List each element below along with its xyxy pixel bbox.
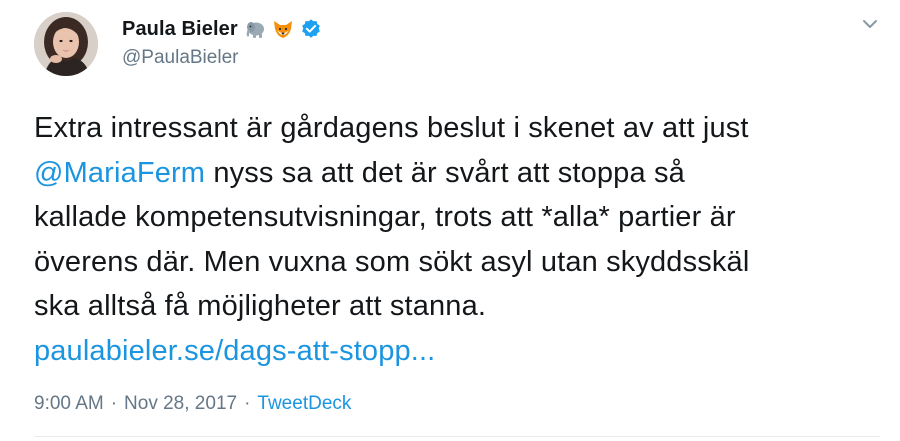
- tweet-meta: 9:00 AM · Nov 28, 2017 · TweetDeck: [34, 393, 351, 415]
- elephant-emoji-icon: [244, 18, 266, 40]
- verified-badge-icon: [300, 18, 322, 40]
- author-name-row: Paula Bieler: [122, 15, 322, 43]
- author-display-name[interactable]: Paula Bieler: [122, 18, 238, 41]
- mention-link[interactable]: @MariaFerm: [34, 157, 205, 189]
- tweet-text-line-4: överens där. Men vuxna som sökt asyl uta…: [34, 245, 750, 278]
- tweet-text-line-5: ska alltså få möjligheter att stanna.: [34, 290, 487, 322]
- author-handle[interactable]: @PaulaBieler: [122, 47, 238, 69]
- tweet-text-line-3: kallade kompetensutvisningar, trots att …: [34, 201, 736, 233]
- tweet-card: Paula Bieler @PaulaBieler Extra intressa…: [0, 0, 900, 441]
- tweet-text: Extra intressant är gårdagens beslut i s…: [34, 106, 884, 373]
- meta-separator: ·: [244, 393, 251, 414]
- tweet-text-line-1: Extra intressant är gårdagens beslut i s…: [34, 112, 749, 144]
- chevron-down-icon[interactable]: [860, 14, 880, 34]
- tweet-time[interactable]: 9:00 AM: [34, 393, 104, 415]
- tweet-text-line-2: @MariaFerm nyss sa att det är svårt att …: [34, 151, 884, 196]
- tweet-source-link[interactable]: TweetDeck: [257, 393, 351, 415]
- tweet-date[interactable]: Nov 28, 2017: [124, 393, 237, 415]
- tweet-text-line-2-rest: nyss sa att det är svårt att stoppa så: [205, 156, 685, 189]
- avatar-image: [34, 12, 98, 76]
- avatar[interactable]: [34, 12, 98, 76]
- fox-emoji-icon: [272, 18, 294, 40]
- tweet-text-line-6: paulabieler.se/dags-att-stopp...: [34, 329, 884, 374]
- divider: [34, 436, 880, 437]
- meta-separator: ·: [110, 393, 118, 414]
- url-link[interactable]: paulabieler.se/dags-att-stopp...: [34, 335, 435, 367]
